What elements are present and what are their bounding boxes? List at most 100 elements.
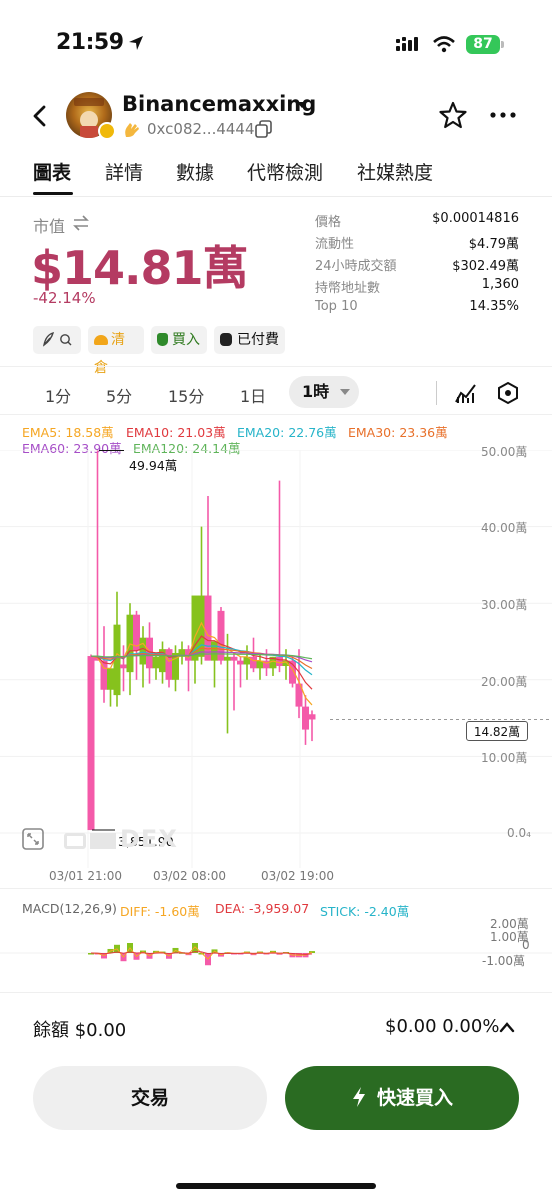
candle-body [224, 656, 231, 661]
settings-hexagon-icon[interactable] [496, 381, 520, 405]
candle-body [204, 595, 212, 661]
tab-details[interactable]: 詳情 [105, 158, 143, 185]
tab-social[interactable]: 社媒熱度 [357, 158, 433, 185]
tag-tools[interactable] [33, 326, 81, 354]
candle-body [302, 706, 309, 730]
quick-buy-label: 快速買入 [376, 1087, 453, 1109]
quick-buy-button[interactable]: 快速買入 [285, 1066, 519, 1130]
current-price-tag: 14.82萬 [466, 721, 528, 741]
dex-logo-icon [64, 833, 86, 849]
timeframe-15m[interactable]: 15分 [168, 383, 204, 407]
tabs-divider [0, 196, 552, 197]
stat-value-volume: $302.49萬 [452, 259, 519, 274]
tag-liquidate[interactable]: 清倉 [88, 326, 144, 376]
active-tab-indicator [33, 192, 73, 195]
candle-body [276, 656, 283, 667]
candle-body [230, 656, 238, 661]
chain-badge-icon [98, 122, 116, 140]
candle-body [139, 637, 147, 665]
tag-buy-label: 買入 [172, 332, 200, 348]
feather-search-icon [42, 331, 72, 347]
macd-y-tick: -1.00萬 [482, 954, 526, 968]
candle-body [211, 641, 218, 661]
balance-label: 餘額 $0.00 [33, 1020, 127, 1041]
stat-label-top10: Top 10 [315, 299, 358, 314]
ema30-label: EMA30: 23.36萬 [348, 425, 448, 440]
robot-icon [220, 333, 232, 346]
y-tick-label: 40.00萬 [481, 521, 528, 535]
high-price-marker: 49.94萬 [129, 458, 178, 473]
x-tick-label: 03/02 08:00 [153, 869, 226, 883]
chef-hat-icon [94, 335, 108, 345]
stat-label-price: 價格 [315, 215, 342, 230]
macd-stick: STICK: -2.40萬 [320, 904, 410, 919]
chevron-up-icon[interactable] [499, 1021, 515, 1033]
tab-chart[interactable]: 圖表 [33, 158, 71, 185]
candle-body [217, 610, 225, 661]
indicator-icon[interactable] [454, 381, 478, 405]
tab-token-check[interactable]: 代幣檢測 [247, 158, 323, 185]
candle-body [165, 649, 173, 680]
balance-value[interactable]: $0.00 0.00% [385, 1016, 499, 1037]
timeframe-1m[interactable]: 1分 [45, 383, 71, 407]
timeframe-1d[interactable]: 1日 [240, 383, 266, 407]
y-tick-label: 10.00萬 [481, 751, 528, 765]
macd-diff: DIFF: -1.60萬 [120, 904, 200, 919]
stat-label-holders: 持幣地址數 [315, 281, 381, 296]
star-icon[interactable] [439, 101, 467, 129]
chevron-down-icon [339, 389, 350, 395]
lightning-icon [352, 1087, 365, 1107]
stat-label-volume: 24小時成交額 [315, 259, 397, 274]
battery-level: 87 [466, 35, 500, 54]
macd-divider [0, 888, 552, 889]
stat-value-holders: 1,360 [481, 277, 519, 292]
stat-value-price: $0.00014816 [432, 211, 519, 226]
dex-watermark: DEX [64, 825, 178, 853]
back-arrow-icon[interactable] [30, 104, 50, 128]
token-dropdown-icon[interactable] [296, 100, 308, 110]
tag-buy[interactable]: 買入 [151, 326, 207, 354]
candle-body [120, 664, 127, 669]
stat-label-liquidity: 流動性 [315, 237, 355, 252]
wave-hand-icon [125, 123, 139, 137]
candlestick-chart[interactable] [0, 450, 552, 890]
stat-value-liquidity: $4.79萬 [468, 237, 519, 252]
token-name[interactable]: Binancemaxxing [122, 92, 316, 116]
y-tick-label: 20.00萬 [481, 675, 528, 689]
tab-data[interactable]: 數據 [176, 158, 214, 185]
trade-button[interactable]: 交易 [33, 1066, 267, 1130]
y-tick-label: 30.00萬 [481, 598, 528, 612]
wifi-icon [433, 36, 455, 53]
candle-body [308, 714, 316, 720]
macd-y-tick: 0 [522, 938, 530, 952]
y-tick-label: 50.00萬 [481, 445, 528, 459]
token-address: 0xc082...4444 [147, 120, 255, 138]
copy-icon[interactable] [255, 120, 273, 138]
macd-chart[interactable] [0, 920, 552, 986]
stat-value-top10: 14.35% [469, 299, 519, 314]
y-tick-label: 0.0₄ [507, 826, 531, 840]
tag-paid[interactable]: 已付費 [214, 326, 285, 354]
status-time: 21:59 [56, 30, 124, 55]
timeframe-5m[interactable]: 5分 [106, 383, 132, 407]
cellular-signal-icon [396, 37, 418, 51]
macd-dea: DEA: -3,959.07 [215, 901, 310, 916]
x-tick-label: 03/02 19:00 [261, 869, 334, 883]
candle-body [87, 656, 95, 831]
x-tick-label: 03/01 21:00 [49, 869, 122, 883]
location-arrow-icon [129, 36, 143, 50]
candle-body [107, 668, 114, 690]
timeframe-1h-selector[interactable]: 1時 [289, 376, 359, 408]
fullscreen-icon[interactable] [22, 828, 44, 850]
candle-body [237, 660, 244, 665]
tag-paid-label: 已付費 [237, 332, 279, 348]
timeframe-active-label: 1時 [302, 382, 330, 401]
swap-icon[interactable] [72, 215, 90, 231]
dex-logo-mark [90, 833, 116, 849]
home-indicator [176, 1183, 376, 1189]
toolbar-separator [436, 381, 437, 405]
dex-watermark-label: DEX [120, 825, 178, 853]
battery-cap [501, 41, 504, 48]
section-divider [0, 366, 552, 367]
more-icon[interactable] [489, 110, 517, 120]
